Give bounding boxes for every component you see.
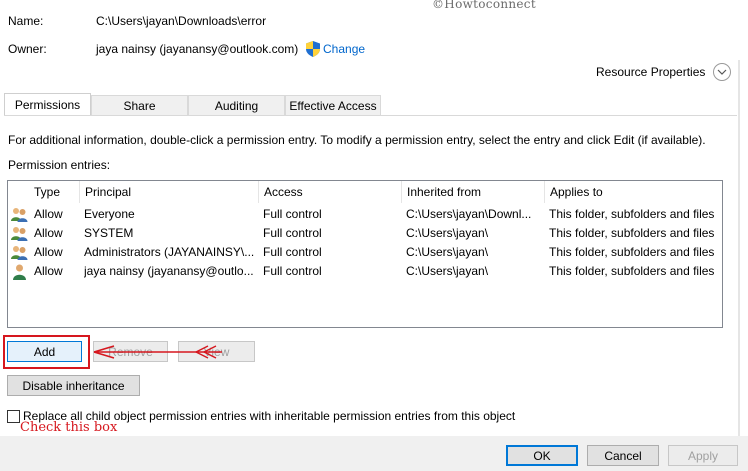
tab-effective-access[interactable]: Effective Access (285, 95, 381, 115)
row-inherited: C:\Users\jayan\ (406, 264, 489, 278)
annotation-arrow-icon (93, 345, 222, 359)
permission-entries-label: Permission entries: (8, 158, 111, 172)
window-edge (738, 60, 740, 471)
annotation-text: Check this box (20, 420, 118, 435)
ok-button[interactable]: OK (506, 445, 578, 466)
tab-share[interactable]: Share (91, 95, 188, 115)
column-header-type[interactable]: Type (29, 181, 79, 203)
row-applies: This folder, subfolders and files (549, 226, 715, 240)
resource-properties-toggle[interactable]: Resource Properties (596, 63, 732, 81)
row-applies: This folder, subfolders and files (549, 207, 715, 221)
table-row[interactable]: Allow Everyone Full control C:\Users\jay… (8, 205, 722, 224)
row-access: Full control (263, 226, 322, 240)
uac-shield-icon (306, 41, 320, 57)
owner-value: jaya nainsy (jayanansy@outlook.com) (96, 42, 299, 56)
owner-change-link[interactable]: Change (306, 41, 365, 57)
name-value: C:\Users\jayan\Downloads\error (96, 14, 267, 28)
row-principal: Everyone (84, 207, 135, 221)
replace-child-permissions-checkbox[interactable] (7, 410, 20, 423)
table-row[interactable]: Allow SYSTEM Full control C:\Users\jayan… (8, 224, 722, 243)
column-header-inherited-from[interactable]: Inherited from (401, 181, 544, 203)
row-applies: This folder, subfolders and files (549, 264, 715, 278)
chevron-down-icon[interactable] (713, 63, 732, 81)
row-type: Allow (34, 245, 63, 259)
tab-permissions[interactable]: Permissions (4, 93, 91, 115)
table-row[interactable]: Allow Administrators (JAYANAINSY\... Ful… (8, 243, 722, 262)
row-applies: This folder, subfolders and files (549, 245, 715, 259)
disable-inheritance-button[interactable]: Disable inheritance (7, 375, 140, 396)
annotation-highlight-box (3, 335, 90, 369)
group-users-icon (11, 246, 28, 260)
permission-entries-list[interactable]: Type Principal Access Inherited from App… (7, 180, 723, 328)
watermark: ©Howtoconnect (432, 0, 536, 11)
tab-strip: Permissions Share Auditing Effective Acc… (4, 93, 744, 115)
group-users-icon (11, 227, 28, 241)
column-header-applies-to[interactable]: Applies to (544, 181, 722, 203)
row-type: Allow (34, 264, 63, 278)
row-access: Full control (263, 264, 322, 278)
row-inherited: C:\Users\jayan\ (406, 245, 489, 259)
row-inherited: C:\Users\jayan\ (406, 226, 489, 240)
column-header-principal[interactable]: Principal (79, 181, 258, 203)
tab-auditing[interactable]: Auditing (188, 95, 285, 115)
change-link-label[interactable]: Change (323, 42, 365, 56)
row-type: Allow (34, 207, 63, 221)
row-inherited: C:\Users\jayan\Downl... (406, 207, 532, 221)
row-principal: Administrators (JAYANAINSY\... (84, 245, 255, 259)
row-principal: SYSTEM (84, 226, 134, 240)
resource-properties-label: Resource Properties (596, 65, 706, 79)
apply-button[interactable]: Apply (668, 445, 738, 466)
name-label: Name: (8, 14, 44, 28)
info-text: For additional information, double-click… (8, 133, 706, 147)
table-row[interactable]: Allow jaya nainsy (jayanansy@outlo... Fu… (8, 262, 722, 281)
single-user-icon (13, 264, 26, 280)
column-header-access[interactable]: Access (258, 181, 401, 203)
cancel-button[interactable]: Cancel (587, 445, 659, 466)
row-type: Allow (34, 226, 63, 240)
row-principal: jaya nainsy (jayanansy@outlo... (84, 264, 254, 278)
row-access: Full control (263, 207, 322, 221)
group-users-icon (11, 208, 28, 222)
owner-label: Owner: (8, 42, 47, 56)
row-access: Full control (263, 245, 322, 259)
